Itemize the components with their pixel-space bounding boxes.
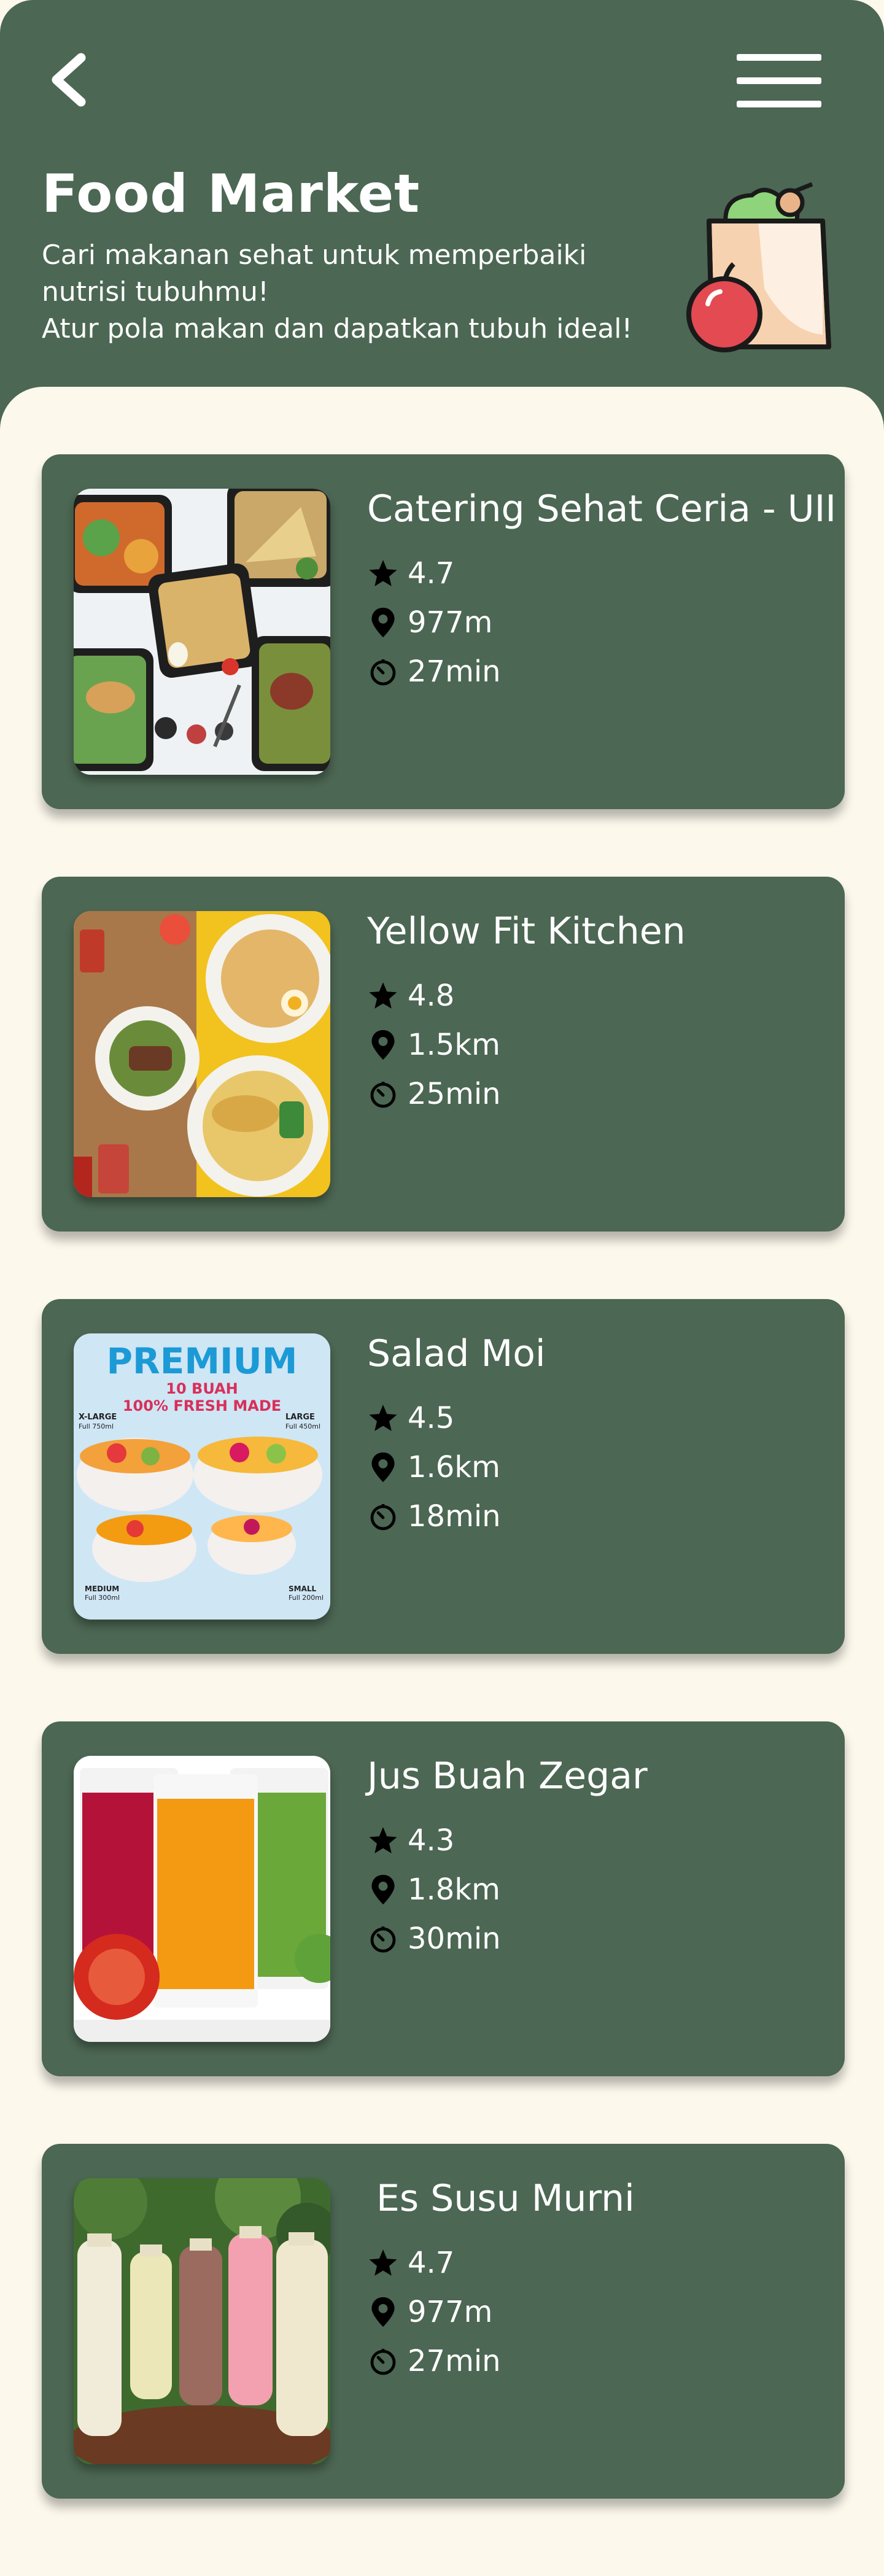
image-sub-text: 10 BUAH bbox=[166, 1380, 238, 1397]
star-icon bbox=[367, 557, 399, 589]
restaurant-thumbnail bbox=[74, 1756, 330, 2042]
restaurant-name: Es Susu Murni bbox=[376, 2177, 635, 2220]
subtitle-line: nutrisi tubuhmu! bbox=[42, 276, 269, 308]
restaurant-card[interactable]: Yellow Fit Kitchen 4.8 1.5km 25min bbox=[42, 877, 845, 1232]
rating-value: 4.8 bbox=[408, 979, 455, 1013]
image-banner-text: PREMIUM bbox=[107, 1340, 298, 1382]
distance-value: 977m bbox=[408, 2295, 493, 2329]
restaurant-thumbnail: PREMIUM 10 BUAH 100% FRESH MADE X-LARGE … bbox=[74, 1333, 330, 1620]
restaurant-thumbnail bbox=[74, 911, 330, 1197]
distance-value: 1.6km bbox=[408, 1450, 500, 1484]
restaurant-card[interactable]: Catering Sehat Ceria - UII 4.7 977m 27mi… bbox=[42, 454, 845, 809]
restaurant-card[interactable]: PREMIUM 10 BUAH 100% FRESH MADE X-LARGE … bbox=[42, 1299, 845, 1654]
time-value: 27min bbox=[408, 2344, 501, 2378]
image-sub-text: 100% FRESH MADE bbox=[123, 1397, 281, 1414]
restaurant-rating: 4.3 bbox=[367, 1821, 454, 1860]
restaurant-rating: 4.7 bbox=[367, 2243, 454, 2283]
restaurant-name: Jus Buah Zegar bbox=[367, 1755, 648, 1798]
restaurant-rating: 4.5 bbox=[367, 1399, 454, 1438]
restaurant-rating: 4.8 bbox=[367, 976, 454, 1015]
time-value: 30min bbox=[408, 1922, 501, 1956]
rating-value: 4.7 bbox=[408, 2246, 455, 2280]
time-value: 27min bbox=[408, 654, 501, 689]
location-pin-icon bbox=[367, 2296, 399, 2328]
restaurant-time: 18min bbox=[367, 1497, 501, 1536]
size-label-text: X-LARGE bbox=[79, 1413, 117, 1422]
timer-icon bbox=[367, 1500, 399, 1532]
restaurant-distance: 977m bbox=[367, 2292, 492, 2332]
restaurant-name: Yellow Fit Kitchen bbox=[367, 910, 686, 953]
fruit-salad-cups-image: PREMIUM 10 BUAH 100% FRESH MADE X-LARGE … bbox=[74, 1333, 330, 1620]
size-label-text: MEDIUM bbox=[85, 1585, 119, 1593]
size-label-text: Full 750ml bbox=[79, 1422, 114, 1430]
restaurant-name: Salad Moi bbox=[367, 1332, 546, 1375]
star-icon bbox=[367, 2247, 399, 2279]
menu-bar bbox=[737, 101, 821, 107]
back-button[interactable] bbox=[43, 49, 98, 111]
plated-meals-image bbox=[74, 911, 330, 1197]
size-label-text: Full 300ml bbox=[85, 1594, 120, 1602]
restaurant-name: Catering Sehat Ceria - UII bbox=[367, 487, 837, 530]
restaurant-thumbnail bbox=[74, 2178, 330, 2464]
grocery-bag-apple-icon bbox=[686, 182, 831, 352]
restaurant-time: 25min bbox=[367, 1074, 501, 1114]
restaurant-distance: 977m bbox=[367, 603, 492, 642]
menu-bar bbox=[737, 54, 821, 61]
menu-button[interactable] bbox=[737, 50, 824, 112]
header: Food Market Cari makanan sehat untuk mem… bbox=[0, 0, 884, 430]
juice-glasses-image bbox=[74, 1756, 330, 2042]
location-pin-icon bbox=[367, 607, 399, 638]
timer-icon bbox=[367, 1923, 399, 1955]
star-icon bbox=[367, 980, 399, 1012]
size-label-text: SMALL bbox=[289, 1585, 317, 1593]
subtitle-line: Cari makanan sehat untuk memperbaiki bbox=[42, 239, 587, 271]
time-value: 18min bbox=[408, 1499, 501, 1534]
timer-icon bbox=[367, 1078, 399, 1110]
restaurant-card[interactable]: Jus Buah Zegar 4.3 1.8km 30min bbox=[42, 1721, 845, 2076]
restaurant-distance: 1.8km bbox=[367, 1870, 500, 1909]
restaurant-time: 27min bbox=[367, 652, 501, 691]
size-label-text: LARGE bbox=[285, 1413, 315, 1422]
star-icon bbox=[367, 1825, 399, 1856]
restaurant-time: 27min bbox=[367, 2341, 501, 2381]
subtitle-line: Atur pola makan dan dapatkan tubuh ideal… bbox=[42, 313, 633, 344]
location-pin-icon bbox=[367, 1874, 399, 1906]
distance-value: 977m bbox=[408, 605, 493, 640]
page-subtitle: Cari makanan sehat untuk memperbaiki nut… bbox=[42, 237, 656, 347]
location-pin-icon bbox=[367, 1451, 399, 1483]
restaurant-thumbnail bbox=[74, 489, 330, 775]
time-value: 25min bbox=[408, 1077, 501, 1111]
rating-value: 4.7 bbox=[408, 556, 455, 591]
meal-boxes-image bbox=[74, 489, 330, 775]
restaurant-card[interactable]: Es Susu Murni 4.7 977m 27min bbox=[42, 2144, 845, 2499]
restaurant-distance: 1.6km bbox=[367, 1448, 500, 1487]
chevron-left-icon bbox=[52, 53, 86, 107]
restaurant-distance: 1.5km bbox=[367, 1025, 500, 1065]
size-label-text: Full 200ml bbox=[289, 1594, 324, 1602]
distance-value: 1.5km bbox=[408, 1028, 500, 1062]
timer-icon bbox=[367, 656, 399, 688]
menu-bar bbox=[737, 77, 821, 84]
size-label-text: Full 450ml bbox=[285, 1422, 320, 1430]
restaurant-rating: 4.7 bbox=[367, 554, 454, 593]
restaurant-time: 30min bbox=[367, 1919, 501, 1958]
star-icon bbox=[367, 1402, 399, 1434]
milk-bottles-image bbox=[74, 2178, 330, 2464]
location-pin-icon bbox=[367, 1029, 399, 1061]
page-title: Food Market bbox=[42, 163, 421, 225]
rating-value: 4.5 bbox=[408, 1401, 455, 1435]
timer-icon bbox=[367, 2345, 399, 2377]
distance-value: 1.8km bbox=[408, 1872, 500, 1907]
rating-value: 4.3 bbox=[408, 1823, 455, 1858]
